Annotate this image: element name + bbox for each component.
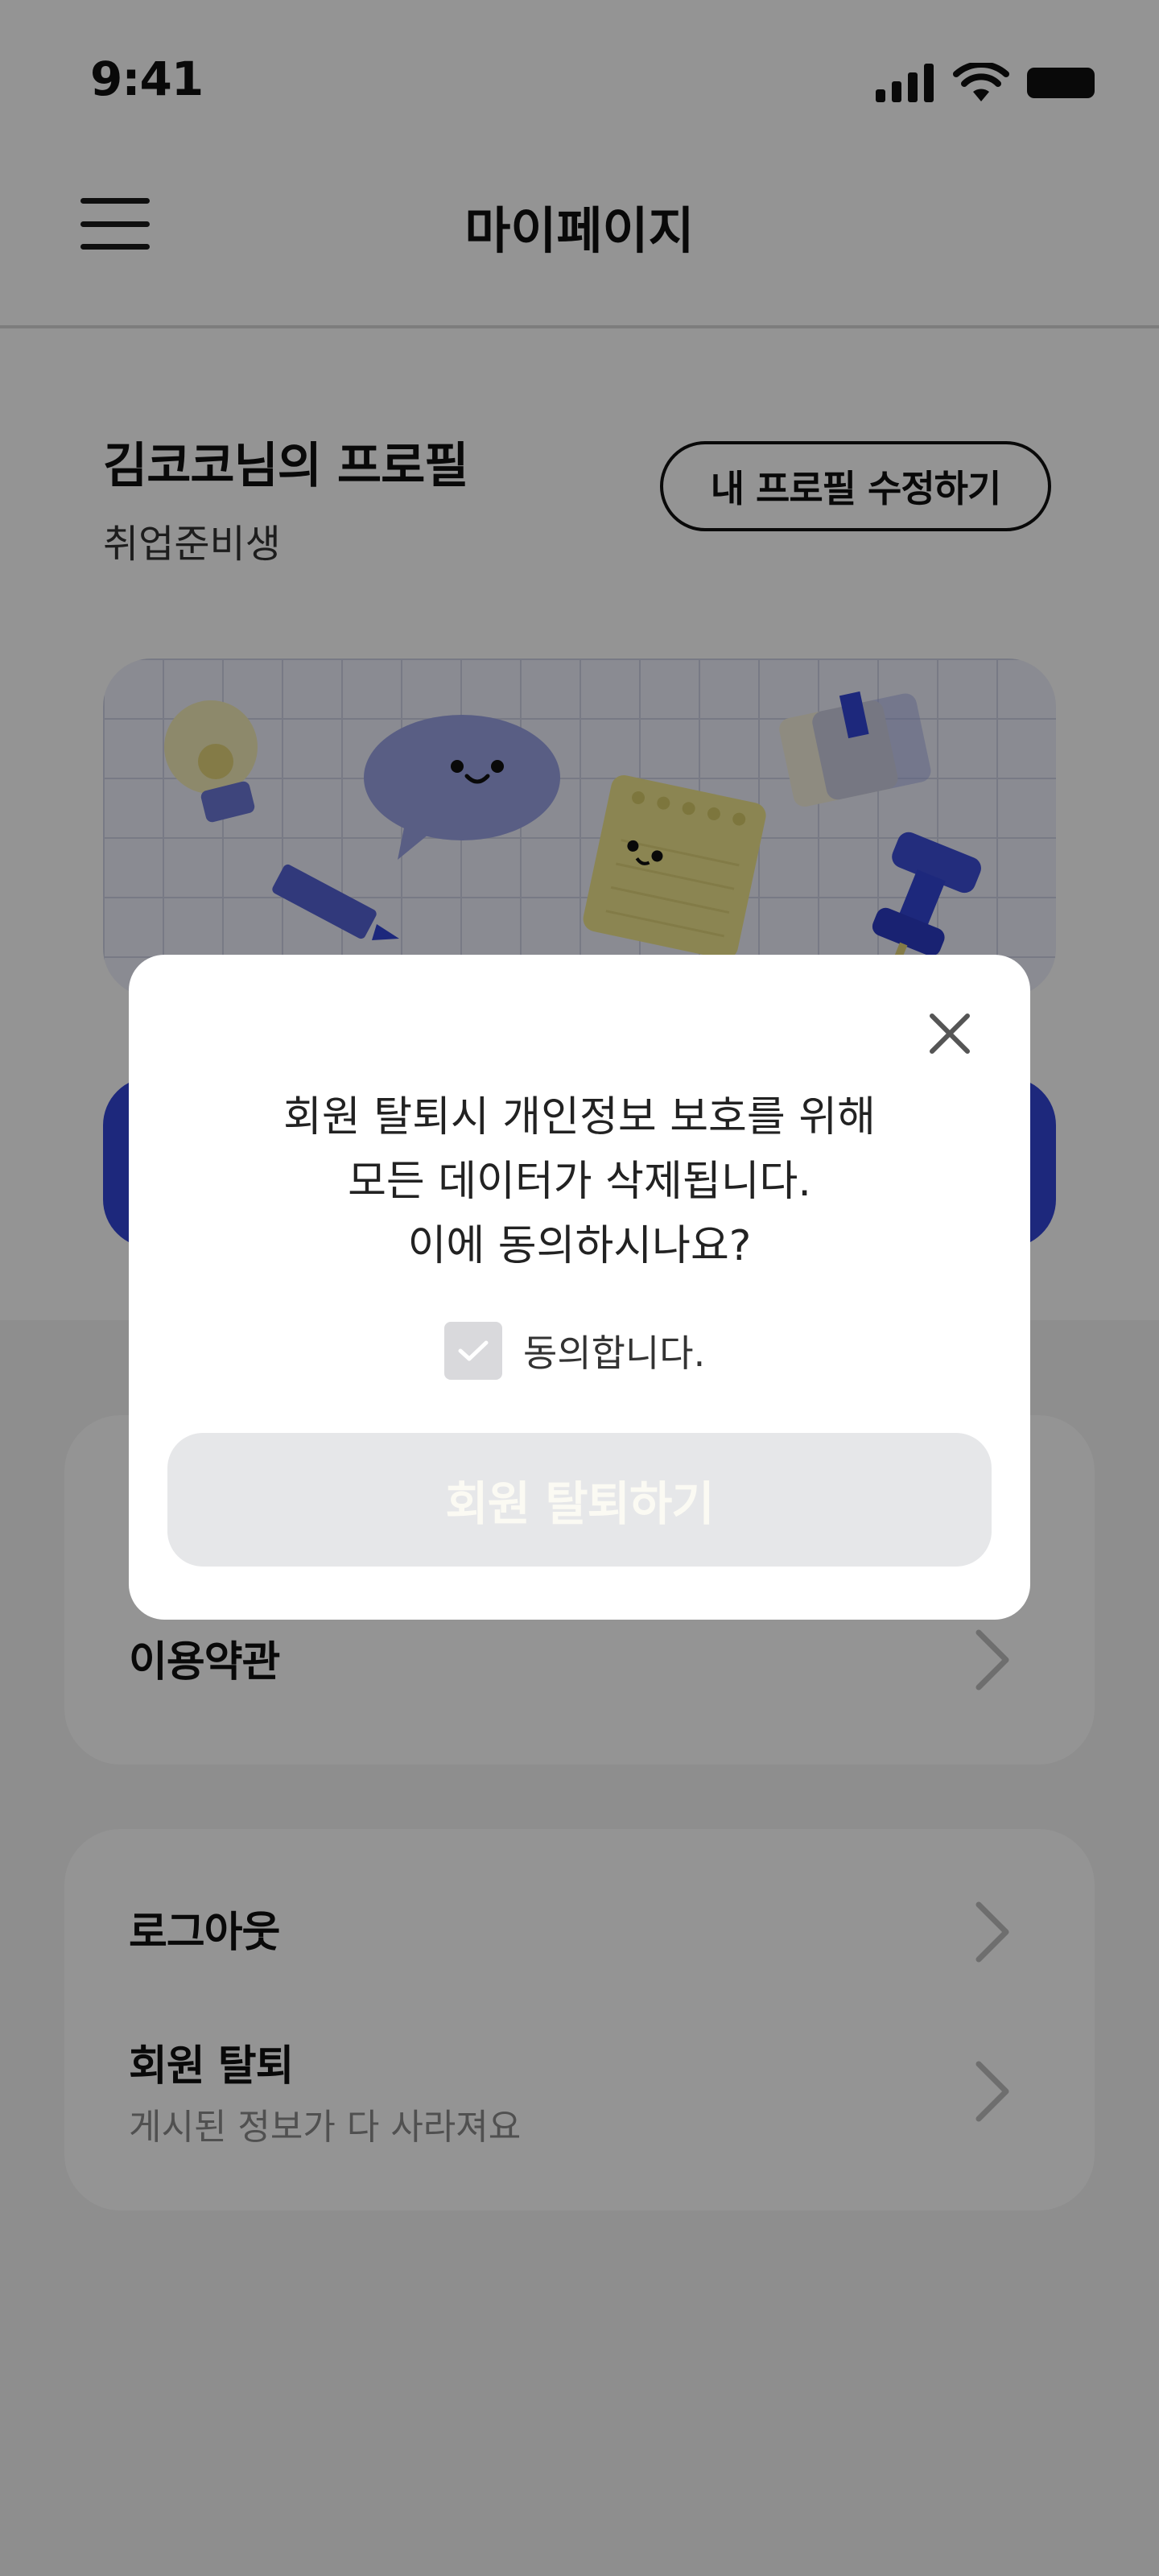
agree-checkbox[interactable] — [444, 1322, 502, 1380]
agree-checkbox-row[interactable]: 동의합니다. — [444, 1322, 705, 1380]
dialog-message-line: 모든 데이터가 삭제됩니다. — [348, 1158, 811, 1206]
close-icon[interactable] — [924, 1008, 975, 1059]
confirm-withdraw-button[interactable]: 회원 탈퇴하기 — [167, 1433, 992, 1567]
dialog-message-line: 회원 탈퇴시 개인정보 보호를 위해 — [283, 1093, 876, 1141]
check-icon — [458, 1340, 489, 1361]
dialog-message-line: 이에 동의하시나요? — [407, 1222, 752, 1270]
agree-label: 동의합니다. — [523, 1331, 706, 1375]
dialog-message: 회원 탈퇴시 개인정보 보호를 위해 모든 데이터가 삭제됩니다. 이에 동의하… — [129, 1085, 1030, 1278]
